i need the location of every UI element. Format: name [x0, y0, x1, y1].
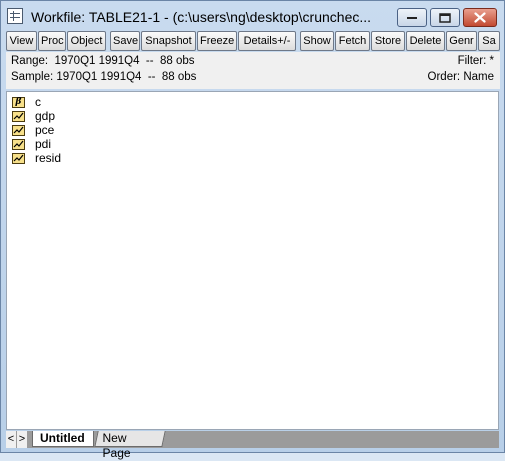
show-button[interactable]: Show: [300, 31, 334, 51]
series-icon: [12, 124, 25, 136]
coefficient-icon: β: [12, 96, 25, 108]
object-name: c: [35, 95, 41, 109]
view-button[interactable]: View: [6, 31, 37, 51]
close-icon: [474, 12, 486, 23]
maximize-icon: [439, 12, 451, 23]
snapshot-button[interactable]: Snapshot: [141, 31, 196, 51]
sample-label: Sample:: [11, 71, 54, 83]
workfile-toolbar: View Proc Object Save Snapshot Freeze De…: [6, 31, 500, 51]
window-title: Workfile: TABLE21-1 - (c:\users\ng\deskt…: [31, 9, 372, 25]
tab-scroll-left-icon[interactable]: <: [6, 431, 16, 448]
details-button[interactable]: Details+/-: [238, 31, 296, 51]
object-name: pce: [35, 123, 55, 137]
page-tab-bar: < > Untitled New Page: [6, 431, 499, 460]
range-value[interactable]: 1970Q1 1991Q4 -- 88 obs: [54, 55, 194, 67]
store-button[interactable]: Store: [371, 31, 405, 51]
range-label: Range:: [11, 55, 49, 67]
object-list[interactable]: β c gdp pce pdi resid: [6, 91, 499, 430]
filter-label[interactable]: Filter: *: [458, 55, 494, 70]
object-item-gdp[interactable]: gdp: [12, 109, 55, 123]
workfile-app-icon: [7, 8, 23, 24]
close-button[interactable]: [463, 8, 497, 27]
sample-button[interactable]: Sa: [478, 31, 500, 51]
genr-button[interactable]: Genr: [446, 31, 477, 51]
range-line: Range: 1970Q1 1991Q4 -- 88 obs: [11, 55, 195, 70]
minimize-button[interactable]: [397, 8, 427, 27]
object-name: gdp: [35, 109, 56, 123]
object-name: resid: [35, 151, 62, 165]
sample-line: Sample: 1970Q1 1991Q4 -- 88 obs: [11, 71, 196, 86]
freeze-button[interactable]: Freeze: [197, 31, 237, 51]
tab-label: Untitled: [40, 431, 85, 445]
minimize-icon: [407, 16, 417, 19]
fetch-button[interactable]: Fetch: [335, 31, 370, 51]
maximize-button[interactable]: [430, 8, 460, 27]
tab-untitled[interactable]: Untitled: [32, 431, 94, 447]
object-button[interactable]: Object: [67, 31, 106, 51]
object-item-pdi[interactable]: pdi: [12, 137, 51, 151]
proc-button[interactable]: Proc: [38, 31, 66, 51]
workfile-window: Workfile: TABLE21-1 - (c:\users\ng\deskt…: [0, 0, 505, 460]
save-button[interactable]: Save: [110, 31, 140, 51]
delete-button[interactable]: Delete: [406, 31, 445, 51]
tab-scroll-right-icon[interactable]: >: [17, 431, 27, 448]
sample-value[interactable]: 1970Q1 1991Q4 -- 88 obs: [56, 71, 196, 83]
series-icon: [12, 152, 25, 164]
object-item-c[interactable]: β c: [12, 95, 41, 109]
series-icon: [12, 110, 25, 122]
tab-label: New Page: [102, 431, 131, 460]
workfile-info-panel: Range: 1970Q1 1991Q4 -- 88 obs Filter: *…: [6, 52, 500, 89]
object-name: pdi: [35, 137, 52, 151]
series-icon: [12, 138, 25, 150]
tab-new-page[interactable]: New Page: [94, 431, 166, 460]
order-label[interactable]: Order: Name: [428, 71, 494, 86]
object-item-resid[interactable]: resid: [12, 151, 61, 165]
object-item-pce[interactable]: pce: [12, 123, 54, 137]
title-bar[interactable]: Workfile: TABLE21-1 - (c:\users\ng\deskt…: [1, 1, 504, 31]
